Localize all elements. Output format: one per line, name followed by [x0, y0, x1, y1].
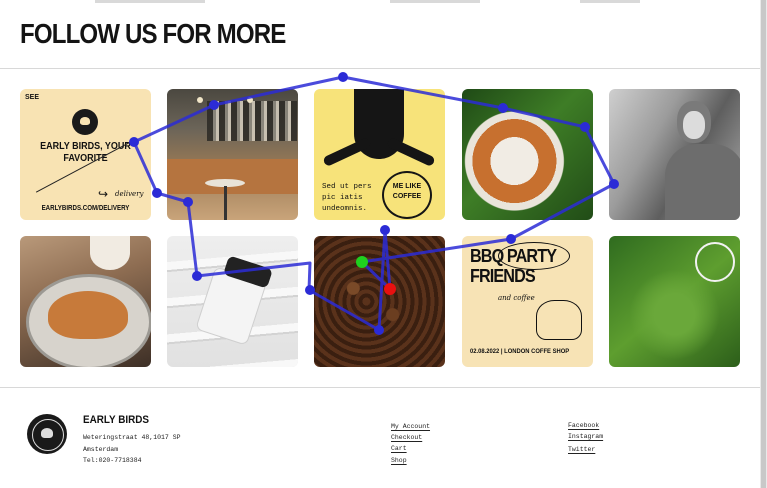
woman-face [683, 111, 705, 139]
counter-image-part [167, 159, 298, 194]
coffee-badge-text: ME LIKE COFFEE [392, 183, 422, 200]
scrollbar-thumb[interactable] [761, 0, 766, 488]
woman-body [665, 144, 740, 220]
croissant-image-part [48, 291, 128, 339]
bbq-headline: BBQ PARTY FRIENDS [470, 246, 557, 286]
natural-product-seal-icon [695, 242, 735, 282]
gallery-tile-coffee-beans[interactable] [314, 236, 445, 367]
footer-phone[interactable]: Tel:020-7718384 [83, 457, 142, 464]
gallery-tile-delivery-promo[interactable]: SEE EARLY BIRDS, YOUR FAVORITE ↪ deliver… [20, 89, 151, 220]
table-leg-image-part [224, 186, 227, 220]
footer-address-line2: Amsterdam [83, 446, 119, 453]
gallery-tile-croissant[interactable] [20, 236, 151, 367]
footer-brand: EARLY BIRDS [83, 414, 150, 426]
gallery-tile-cafe-interior[interactable] [167, 89, 298, 220]
footer-link-my-account[interactable]: My Account [391, 423, 430, 430]
trace-vertex [152, 188, 162, 198]
lamp-icon [247, 97, 253, 103]
scrollbar[interactable] [760, 0, 767, 488]
trace-vertex [380, 225, 390, 235]
event-date: 02.08.2022 | LONDON COFFE SHOP [470, 348, 570, 355]
gallery-tile-bbq-party[interactable]: BBQ PARTY FRIENDS and coffee 02.08.2022 … [462, 236, 593, 367]
shelf-image-part [207, 101, 297, 141]
promo-headline: EARLY BIRDS, YOUR FAVORITE [40, 141, 131, 164]
page-title: FOLLOW US FOR MORE [20, 18, 286, 49]
gallery-tile-coffee-plant[interactable] [609, 236, 740, 367]
gallery-tile-takeaway-cup[interactable] [167, 236, 298, 367]
gallery-tile-sloth-illustration[interactable]: Sed ut pers pic iatis undeomnis. ME LIKE… [314, 89, 445, 220]
gallery-tile-latte-art[interactable] [462, 89, 593, 220]
footer-link-twitter[interactable]: Twitter [568, 446, 595, 453]
footer-link-shop[interactable]: Shop [391, 457, 407, 464]
cup-image-part [90, 236, 130, 270]
section-divider-bottom [0, 387, 760, 388]
delivery-label: delivery [115, 190, 144, 198]
bbq-subtitle: and coffee [498, 294, 535, 302]
footer-address-line1: Weteringstraat 48,1017 SP [83, 434, 181, 441]
footer-link-checkout[interactable]: Checkout [391, 434, 422, 441]
section-divider-top [0, 68, 760, 69]
top-divider [0, 0, 767, 3]
curved-arrow-icon: ↪ [98, 187, 109, 201]
see-label: SEE [25, 94, 40, 101]
footer-link-instagram[interactable]: Instagram [568, 433, 603, 440]
gallery-tile-woman-coffee[interactable] [609, 89, 740, 220]
placeholder-text: Sed ut pers pic iatis undeomnis. [322, 183, 372, 213]
early-birds-logo-icon [72, 109, 98, 135]
lamp-icon [197, 97, 203, 103]
footer-link-cart[interactable]: Cart [391, 445, 407, 452]
promo-url: EARLYBIRDS.COM/DELIVERY [41, 205, 130, 212]
footer-link-facebook[interactable]: Facebook [568, 422, 599, 429]
burger-icon [536, 300, 582, 340]
trace-vertex [338, 72, 348, 82]
footer-logo-icon[interactable] [27, 414, 67, 454]
